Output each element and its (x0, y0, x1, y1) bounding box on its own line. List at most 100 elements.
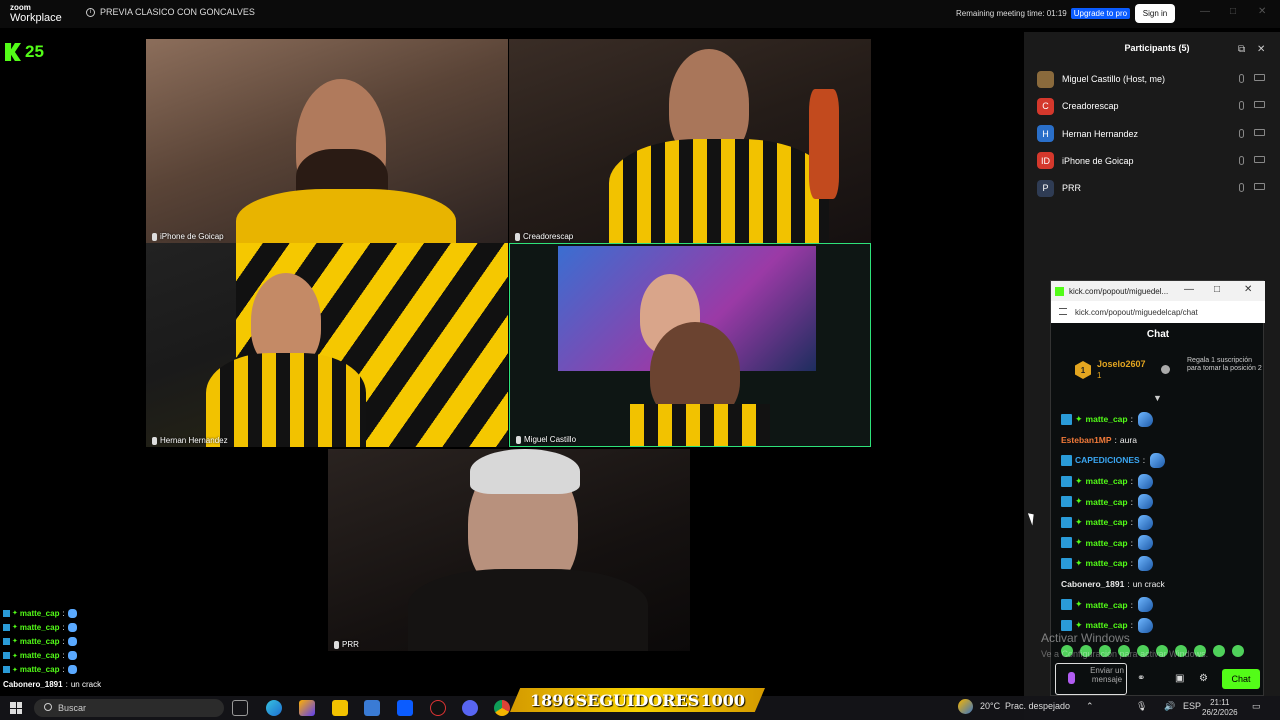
video-tile-hernan[interactable]: Hernan Hernandez (146, 243, 508, 447)
mic-icon[interactable] (1239, 74, 1244, 83)
participant-row[interactable]: P PRR (1037, 179, 1265, 197)
send-chat-button[interactable]: Chat (1222, 669, 1260, 689)
video-tile-prr[interactable]: PRR (328, 449, 690, 651)
camera-icon[interactable] (1254, 183, 1265, 191)
chat-message[interactable]: ✦ matte_cap: (1061, 471, 1261, 492)
discord-icon[interactable] (462, 700, 478, 716)
popout-maximize-icon[interactable]: □ (1214, 284, 1220, 295)
separator: : (1130, 537, 1133, 548)
camera-icon[interactable] (1254, 128, 1265, 136)
mic-icon[interactable] (1239, 128, 1244, 138)
video-tile-creadorescap[interactable]: Creadorescap (509, 39, 871, 243)
chat-message[interactable]: CAPEDICIONES: (1061, 450, 1261, 471)
leader-username[interactable]: Joselo2607 (1097, 359, 1146, 369)
voice-icon[interactable] (1068, 672, 1075, 684)
chat-username[interactable]: matte_cap (1086, 558, 1128, 568)
zoom-app-icon[interactable] (397, 700, 413, 716)
chat-message[interactable]: ✦ matte_cap: (1061, 512, 1261, 533)
pinned-leaderboard[interactable]: 1 Joselo2607 1 Regala 1 suscripción para… (1075, 357, 1262, 389)
camera-icon[interactable] (1254, 101, 1265, 109)
camera-icon[interactable] (1254, 74, 1265, 81)
volume-icon[interactable]: 🔊 (1164, 701, 1175, 712)
store-icon[interactable] (364, 700, 380, 716)
butterfly-emote-icon (67, 665, 77, 675)
url-text: kick.com/popout/miguedelcap/chat (1075, 307, 1198, 317)
copilot-icon[interactable] (299, 700, 315, 716)
url-bar[interactable]: kick.com/popout/miguedelcap/chat (1051, 301, 1265, 323)
chat-username[interactable]: matte_cap (1086, 517, 1128, 527)
participant-row[interactable]: C Creadorescap (1037, 97, 1265, 115)
chat-message[interactable]: Esteban1MP: aura (1061, 430, 1261, 451)
chat-message[interactable]: ✦ matte_cap: (1061, 533, 1261, 554)
popout-close-icon[interactable]: ✕ (1244, 284, 1252, 295)
start-button[interactable] (10, 702, 22, 714)
maximize-icon[interactable]: □ (1230, 6, 1236, 17)
link-icon[interactable]: ⚭ (1137, 673, 1145, 684)
mic-icon[interactable] (1239, 101, 1244, 111)
chat-message[interactable]: ✦ matte_cap: (1061, 491, 1261, 512)
meeting-info[interactable]: i PREVIA CLASICO CON GONCALVES (86, 7, 255, 17)
remaining-time: Remaining meeting time: 01:19 Upgrade to… (956, 8, 1131, 19)
chat-message[interactable]: Cabonero_1891: un crack (1061, 574, 1261, 595)
notification-icon[interactable]: ▭ (1252, 701, 1261, 712)
chat-username[interactable]: matte_cap (1086, 414, 1128, 424)
chat-username[interactable]: matte_cap (1086, 620, 1128, 630)
participant-row[interactable]: H Hernan Hernandez (1037, 125, 1265, 143)
file-explorer-icon[interactable] (332, 700, 348, 716)
remaining-text: Remaining meeting time: 01:19 (956, 9, 1067, 18)
language-indicator[interactable]: ESP (1183, 701, 1201, 711)
chat-username[interactable]: matte_cap (1086, 538, 1128, 548)
gift-shop-icon[interactable]: ▣ (1175, 673, 1184, 684)
chat-username[interactable]: matte_cap (1086, 600, 1128, 610)
chat-username[interactable]: Cabonero_1891 (1061, 579, 1124, 589)
video-tile-goicap[interactable]: iPhone de Goicap (146, 39, 508, 243)
video-tile-miguel-active[interactable]: Miguel Castillo (509, 243, 871, 447)
close-icon[interactable]: ✕ (1258, 6, 1266, 17)
chrome-icon[interactable] (494, 700, 510, 716)
close-panel-icon[interactable]: ✕ (1257, 44, 1265, 55)
sign-in-button[interactable]: Sign in (1135, 4, 1175, 23)
participant-row[interactable]: ID iPhone de Goicap (1037, 152, 1265, 170)
mic-tray-icon[interactable]: 🎙 (1136, 701, 1147, 712)
chat-username[interactable]: matte_cap (1086, 497, 1128, 507)
zoom-logo-bottom: Workplace (10, 12, 62, 24)
butterfly-emote-icon (67, 622, 77, 632)
tray-chevron-icon[interactable]: ⌃ (1086, 701, 1094, 712)
chat-message[interactable]: ✦ matte_cap: (1061, 553, 1261, 574)
subscriber-badge-icon: ✦ (12, 624, 18, 632)
obs-icon[interactable] (430, 700, 446, 716)
butterfly-emote-icon (1137, 555, 1153, 571)
overlay-chat-message: ✦ matte_cap: (0, 649, 292, 663)
taskbar-clock[interactable]: 21:11 26/2/2026 (1202, 698, 1238, 718)
popout-icon[interactable]: ⧉ (1238, 44, 1245, 55)
butterfly-emote-icon (67, 636, 77, 646)
popout-minimize-icon[interactable]: — (1184, 284, 1194, 295)
tile-name: Miguel Castillo (524, 435, 577, 444)
chat-message[interactable]: ✦ matte_cap: (1061, 594, 1261, 615)
mic-icon[interactable] (1239, 155, 1244, 165)
site-settings-icon[interactable] (1059, 308, 1067, 315)
upgrade-button[interactable]: Upgrade to pro (1070, 8, 1131, 19)
chat-input[interactable]: Enviar un mensaje (1055, 663, 1127, 695)
taskbar-search[interactable]: Buscar (34, 699, 224, 717)
avatar: P (1037, 179, 1054, 197)
chat-username[interactable]: CAPEDICIONES (1075, 455, 1140, 465)
butterfly-emote-icon (1137, 473, 1153, 489)
minimize-icon[interactable]: — (1200, 6, 1210, 17)
task-view-icon[interactable] (232, 700, 248, 716)
participant-row[interactable]: Miguel Castillo (Host, me) (1037, 70, 1265, 88)
chat-username[interactable]: Esteban1MP (1061, 435, 1112, 445)
edge-icon[interactable] (266, 700, 282, 716)
butterfly-emote-icon (1137, 411, 1153, 427)
subscriber-badge-icon: ✦ (12, 666, 18, 674)
chat-username[interactable]: matte_cap (1086, 476, 1128, 486)
collapse-arrow-icon[interactable]: ▼ (1153, 393, 1162, 403)
camera-icon[interactable] (1254, 155, 1265, 163)
emote-icon[interactable] (1232, 645, 1244, 657)
kick-logo-icon (5, 43, 21, 61)
chat-message[interactable]: ✦ matte_cap: (1061, 409, 1261, 430)
emote-icon[interactable] (1213, 645, 1225, 657)
settings-gear-icon[interactable]: ⚙ (1199, 673, 1208, 684)
mic-icon[interactable] (1239, 183, 1244, 193)
weather-icon[interactable] (958, 699, 973, 714)
